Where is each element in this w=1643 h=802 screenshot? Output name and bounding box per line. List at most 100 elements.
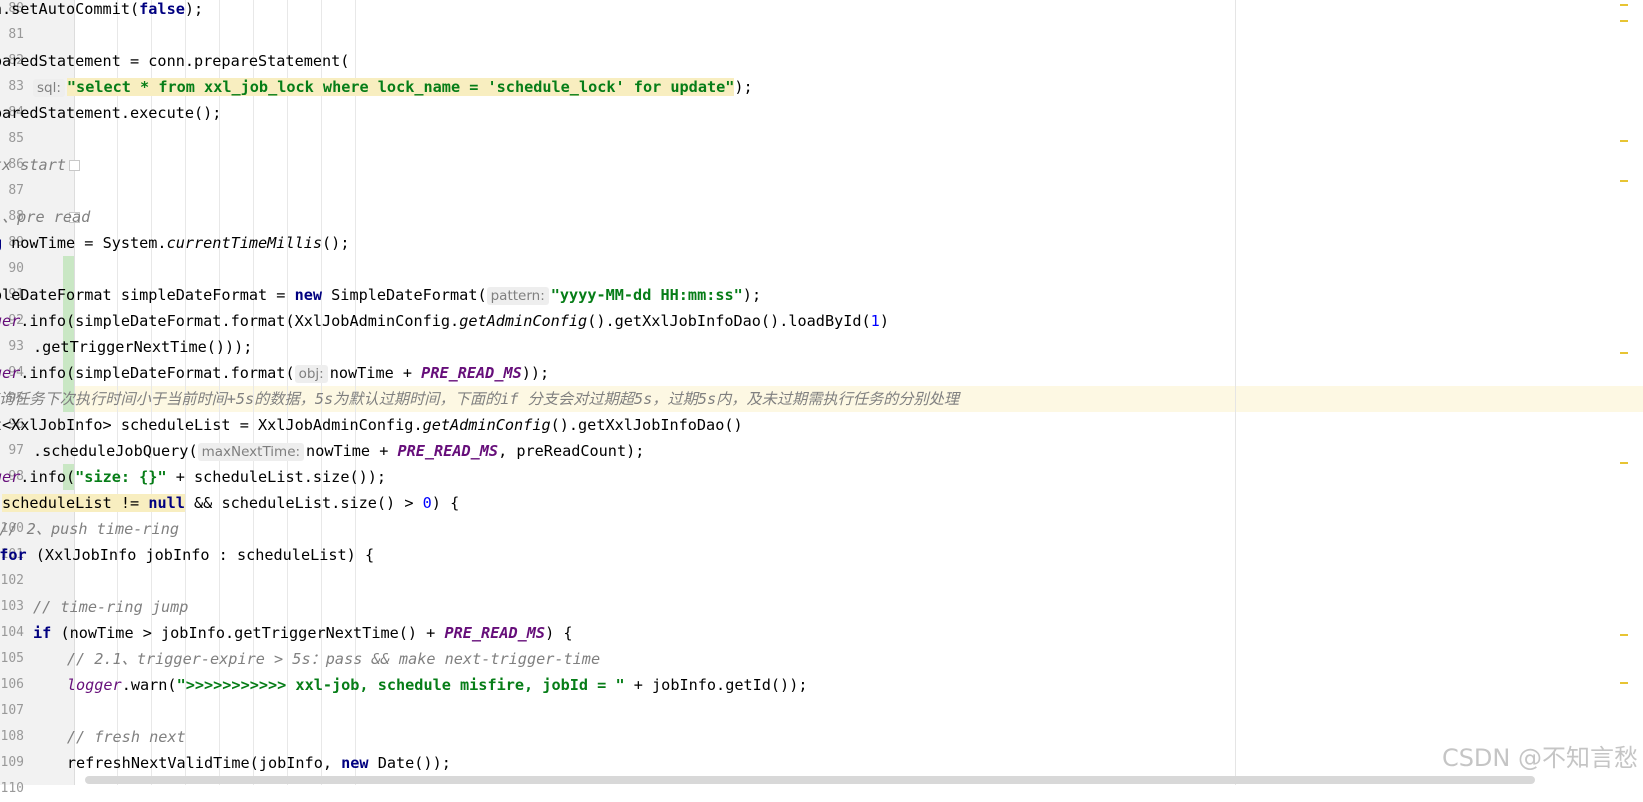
- error-stripe-mark[interactable]: [1620, 180, 1628, 182]
- code-line[interactable]: SimpleDateFormat simpleDateFormat = new …: [0, 282, 761, 308]
- code-line[interactable]: List<XxlJobInfo> scheduleList = XxlJobAd…: [0, 412, 743, 438]
- code-token: List<XxlJobInfo> scheduleList = XxlJobAd…: [0, 416, 423, 434]
- line-number[interactable]: 109: [0, 750, 24, 776]
- horizontal-scrollbar[interactable]: [85, 776, 1535, 784]
- vcs-change-marker[interactable]: [63, 256, 74, 282]
- code-token: // tx start: [0, 156, 66, 174]
- line-number[interactable]: 87: [0, 178, 24, 204]
- line-number[interactable]: 81: [0, 22, 24, 48]
- code-line[interactable]: // 2.1、trigger-expire > 5s：pass && make …: [67, 646, 600, 672]
- line-number[interactable]: 106: [0, 672, 24, 698]
- code-token: 0: [422, 494, 432, 512]
- code-token: , preReadCount);: [498, 442, 645, 460]
- code-token: Date());: [368, 754, 451, 772]
- error-stripe-mark[interactable]: [1620, 20, 1628, 22]
- line-number[interactable]: 102: [0, 568, 24, 594]
- code-token: PRE_READ_MS: [444, 624, 546, 642]
- code-line[interactable]: logger.info("size: {}" + scheduleList.si…: [0, 464, 386, 490]
- code-line[interactable]: sql: "select * from xxl_job_lock where lo…: [33, 74, 753, 100]
- code-token: getAdminConfig: [459, 312, 588, 330]
- code-token: (XxlJobInfo jobInfo : scheduleList) {: [26, 546, 375, 564]
- line-number[interactable]: 90: [0, 256, 24, 282]
- code-line[interactable]: conn.setAutoCommit(false);: [0, 0, 203, 22]
- parameter-hint: sql:: [33, 79, 65, 97]
- code-line[interactable]: preparedStatement.execute();: [0, 100, 221, 126]
- code-token: logger: [0, 364, 21, 382]
- code-token: ().getXxlJobInfoDao().loadById(: [587, 312, 871, 330]
- code-line[interactable]: logger.warn(">>>>>>>>>>> xxl-job, schedu…: [67, 672, 808, 698]
- code-token: logger: [0, 468, 21, 486]
- code-token: //查询任务下次执行时间小于当前时间+5s的数据，5s为默认过期时间，下面的if…: [0, 390, 960, 408]
- code-line[interactable]: if (scheduleList != null && scheduleList…: [0, 490, 459, 516]
- error-stripe-mark[interactable]: [1620, 634, 1628, 636]
- code-token: );: [742, 286, 762, 304]
- code-token: refreshNextValidTime(jobInfo,: [66, 754, 342, 772]
- code-line[interactable]: logger.info(simpleDateFormat.format(obj:…: [0, 360, 549, 386]
- error-stripe-mark[interactable]: [1620, 682, 1628, 684]
- error-stripe-mark[interactable]: [1620, 462, 1628, 464]
- code-line[interactable]: long nowTime = System.currentTimeMillis(…: [0, 230, 349, 256]
- code-token: getAdminConfig: [422, 416, 551, 434]
- error-stripe-mark[interactable]: [1620, 4, 1628, 6]
- line-number[interactable]: 103: [0, 594, 24, 620]
- code-token: new: [341, 754, 369, 772]
- error-stripe-mark[interactable]: [1620, 352, 1628, 354]
- code-token: // fresh next: [66, 728, 186, 746]
- code-line[interactable]: //查询任务下次执行时间小于当前时间+5s的数据，5s为默认过期时间，下面的if…: [0, 386, 959, 412]
- code-token: logger: [0, 312, 21, 330]
- code-token: for: [0, 546, 27, 564]
- code-line[interactable]: refreshNextValidTime(jobInfo, new Date()…: [67, 750, 451, 776]
- code-token: .getTriggerNextTime()));: [33, 338, 253, 356]
- code-token: );: [734, 78, 753, 96]
- code-token: ();: [322, 234, 350, 252]
- code-token: ">>>>>>>>>>> xxl-job, schedule misfire, …: [176, 676, 625, 694]
- line-number[interactable]: 110: [0, 776, 24, 802]
- code-token: // 2.1、trigger-expire > 5s：pass && make …: [66, 650, 601, 668]
- code-token: ): [879, 312, 889, 330]
- parameter-hint: obj:: [294, 365, 328, 383]
- line-number[interactable]: 107: [0, 698, 24, 724]
- code-token: .info(: [20, 468, 76, 486]
- code-line[interactable]: preparedStatement = conn.prepareStatemen…: [0, 48, 349, 74]
- code-token: // 2、push time-ring: [0, 520, 179, 538]
- code-token: .info(simpleDateFormat.format(XxlJobAdmi…: [20, 312, 460, 330]
- code-token: .warn(: [121, 676, 177, 694]
- code-token: .info(simpleDateFormat.format(: [20, 364, 295, 382]
- code-token: scheduleList !=: [2, 494, 149, 512]
- code-line[interactable]: .getTriggerNextTime()));: [33, 334, 252, 360]
- code-line[interactable]: for (XxlJobInfo jobInfo : scheduleList) …: [0, 542, 374, 568]
- code-token: if: [33, 624, 52, 642]
- right-margin-guide: [1235, 0, 1236, 785]
- code-line[interactable]: // 2、push time-ring: [0, 516, 179, 542]
- code-line[interactable]: // tx start: [0, 152, 66, 178]
- line-number[interactable]: 108: [0, 724, 24, 750]
- code-token: (nowTime > jobInfo.getTriggerNextTime() …: [51, 624, 445, 642]
- code-line[interactable]: // 1、pre read: [0, 204, 90, 230]
- watermark: CSDN @不知言愁: [1441, 744, 1638, 772]
- parameter-hint: pattern:: [486, 287, 549, 305]
- code-token: ) {: [431, 494, 460, 512]
- code-token: nowTime = System.: [1, 234, 167, 252]
- code-token: );: [184, 0, 204, 18]
- error-stripe-mark[interactable]: [1620, 140, 1628, 142]
- line-number[interactable]: 83: [0, 74, 24, 100]
- code-line[interactable]: // time-ring jump: [33, 594, 188, 620]
- code-line[interactable]: .scheduleJobQuery(maxNextTime: nowTime + …: [33, 438, 644, 464]
- code-token: null: [148, 494, 185, 512]
- code-token: && scheduleList.size() >: [184, 494, 423, 512]
- code-token: conn.setAutoCommit(: [0, 0, 140, 18]
- code-editor[interactable]: conn.setAutoCommit(false); preparedStatem…: [0, 0, 1643, 785]
- line-number[interactable]: 105: [0, 646, 24, 672]
- code-token: new: [294, 286, 323, 304]
- line-number[interactable]: 104: [0, 620, 24, 646]
- line-number[interactable]: 93: [0, 334, 24, 360]
- line-number[interactable]: 85: [0, 126, 24, 152]
- code-token: "yyyy-MM-dd HH:mm:ss": [550, 286, 743, 304]
- line-number[interactable]: 97: [0, 438, 24, 464]
- code-line[interactable]: // fresh next: [67, 724, 186, 750]
- code-token: PRE_READ_MS: [421, 364, 522, 382]
- code-line[interactable]: logger.info(simpleDateFormat.format(XxlJ…: [0, 308, 889, 334]
- code-token: .scheduleJobQuery(: [33, 442, 198, 460]
- code-token: currentTimeMillis: [166, 234, 323, 252]
- code-line[interactable]: if (nowTime > jobInfo.getTriggerNextTime…: [33, 620, 573, 646]
